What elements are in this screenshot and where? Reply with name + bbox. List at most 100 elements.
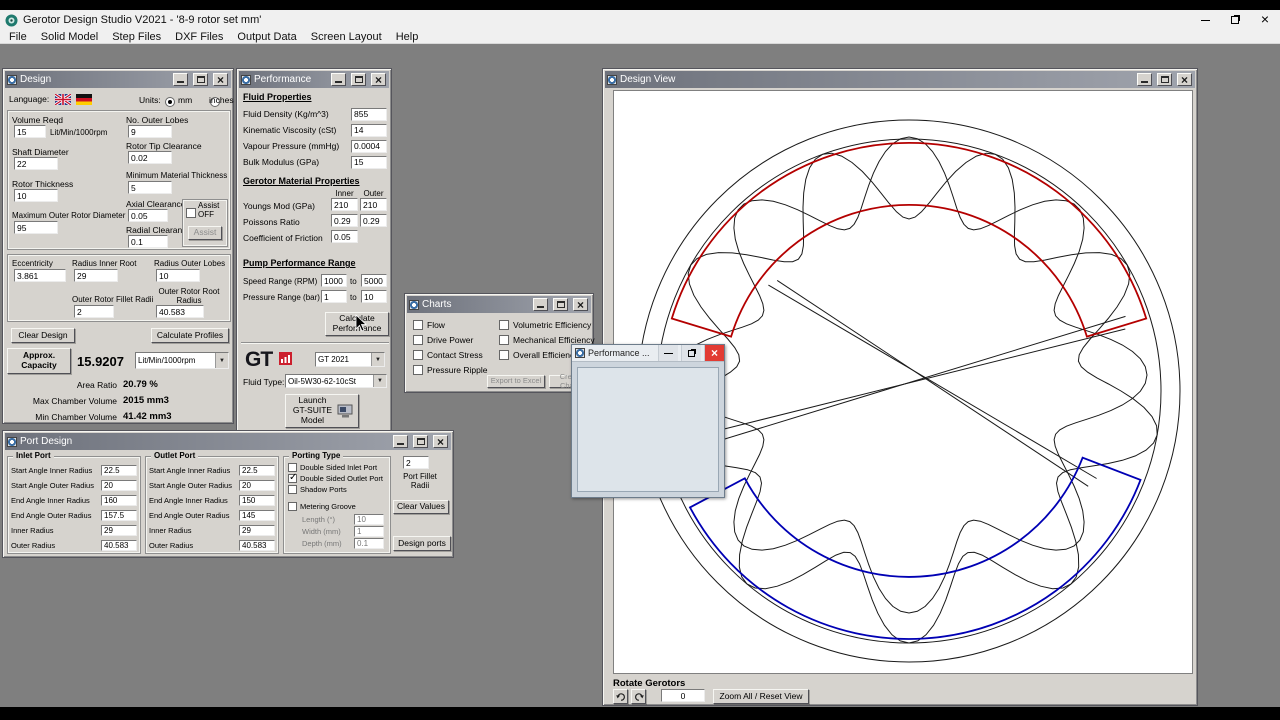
field-input[interactable] bbox=[351, 123, 387, 137]
menu-item[interactable]: DXF Files bbox=[168, 31, 230, 43]
chart-option[interactable]: Contact Stress bbox=[413, 347, 487, 362]
zoom-reset-button[interactable]: Zoom All / Reset View bbox=[713, 689, 809, 704]
checkbox[interactable] bbox=[288, 472, 297, 483]
close-button[interactable] bbox=[573, 298, 588, 311]
checkbox[interactable] bbox=[413, 349, 423, 360]
design-titlebar[interactable]: Design bbox=[5, 71, 231, 88]
porting-option[interactable]: Shadow Ports bbox=[288, 484, 388, 495]
app-restore-button[interactable] bbox=[1220, 10, 1250, 30]
clear-design-button[interactable]: Clear Design bbox=[11, 328, 75, 343]
checkbox[interactable] bbox=[499, 334, 509, 345]
field-input[interactable] bbox=[101, 495, 137, 506]
checkbox[interactable] bbox=[413, 364, 423, 375]
gt-version-dropdown[interactable]: GT 2021 ▼ bbox=[315, 352, 385, 367]
poissons-inner-input[interactable] bbox=[331, 214, 358, 227]
porting-option[interactable]: Double Sided Inlet Port bbox=[288, 462, 388, 473]
calculate-profiles-button[interactable]: Calculate Profiles bbox=[151, 328, 229, 343]
speed-to-input[interactable] bbox=[361, 274, 387, 287]
minimize-button[interactable] bbox=[173, 73, 188, 86]
tip-clearance-input[interactable] bbox=[128, 151, 172, 164]
popup-titlebar[interactable]: Performance ... bbox=[572, 345, 724, 362]
minimize-button[interactable] bbox=[533, 298, 548, 311]
uk-flag-icon[interactable] bbox=[55, 94, 71, 105]
port-design-titlebar[interactable]: Port Design bbox=[5, 433, 451, 450]
german-flag-icon[interactable] bbox=[76, 94, 92, 105]
radius-inner-root-input[interactable] bbox=[74, 269, 118, 282]
clear-values-button[interactable]: Clear Values bbox=[393, 500, 449, 514]
chart-option[interactable]: Volumetric Efficiency bbox=[499, 317, 595, 332]
port-fillet-input[interactable] bbox=[403, 456, 429, 469]
close-button[interactable] bbox=[213, 73, 228, 86]
app-close-button[interactable] bbox=[1250, 10, 1280, 30]
friction-input[interactable] bbox=[331, 230, 358, 243]
volume-reqd-input[interactable] bbox=[14, 125, 46, 138]
app-minimize-button[interactable] bbox=[1190, 10, 1220, 30]
minimize-button[interactable] bbox=[331, 73, 346, 86]
menu-item[interactable]: File bbox=[2, 31, 34, 43]
menu-item[interactable]: Output Data bbox=[230, 31, 303, 43]
restore-button[interactable] bbox=[681, 345, 701, 361]
shaft-diameter-input[interactable] bbox=[14, 157, 58, 170]
outer-fillet-input[interactable] bbox=[74, 305, 114, 318]
maximize-button[interactable] bbox=[413, 435, 428, 448]
field-input[interactable] bbox=[101, 465, 137, 476]
youngs-outer-input[interactable] bbox=[360, 198, 387, 211]
checkbox[interactable] bbox=[413, 334, 423, 345]
design-ports-button[interactable]: Design ports bbox=[393, 536, 451, 551]
axial-clearance-input[interactable] bbox=[128, 209, 168, 222]
assist-button[interactable]: Assist bbox=[188, 226, 222, 240]
close-button[interactable] bbox=[1177, 73, 1192, 86]
eccentricity-input[interactable] bbox=[14, 269, 66, 282]
field-input[interactable] bbox=[239, 480, 275, 491]
field-input[interactable] bbox=[239, 510, 275, 521]
menu-item[interactable]: Step Files bbox=[105, 31, 168, 43]
outer-lobes-input[interactable] bbox=[128, 125, 172, 138]
charts-titlebar[interactable]: Charts bbox=[407, 296, 591, 313]
close-button[interactable] bbox=[371, 73, 386, 86]
pressure-from-input[interactable] bbox=[321, 290, 347, 303]
field-input[interactable] bbox=[101, 525, 137, 536]
min-material-input[interactable] bbox=[128, 181, 172, 194]
rotate-ccw-button[interactable] bbox=[613, 689, 628, 704]
poissons-outer-input[interactable] bbox=[360, 214, 387, 227]
menu-item[interactable]: Screen Layout bbox=[304, 31, 389, 43]
field-input[interactable] bbox=[354, 513, 384, 525]
minimize-button[interactable] bbox=[393, 435, 408, 448]
field-input[interactable] bbox=[354, 537, 384, 549]
field-input[interactable] bbox=[239, 495, 275, 506]
youngs-inner-input[interactable] bbox=[331, 198, 358, 211]
export-excel-button[interactable]: Export to Excel bbox=[487, 375, 545, 388]
chevron-down-icon[interactable]: ▼ bbox=[371, 353, 384, 366]
field-input[interactable] bbox=[101, 510, 137, 521]
design-view-titlebar[interactable]: Design View bbox=[605, 71, 1195, 88]
capacity-unit-dropdown[interactable]: Lit/Min/1000rpm ▼ bbox=[135, 352, 229, 369]
field-input[interactable] bbox=[354, 525, 384, 537]
close-button[interactable] bbox=[704, 345, 724, 361]
field-input[interactable] bbox=[101, 540, 137, 551]
field-input[interactable] bbox=[239, 540, 275, 551]
maximize-button[interactable] bbox=[351, 73, 366, 86]
checkbox[interactable] bbox=[499, 349, 509, 360]
app-titlebar[interactable]: Gerotor Design Studio V2021 - '8-9 rotor… bbox=[0, 10, 1280, 30]
chevron-down-icon[interactable]: ▼ bbox=[215, 353, 228, 368]
rotor-thickness-input[interactable] bbox=[14, 189, 58, 202]
field-input[interactable] bbox=[351, 107, 387, 121]
field-input[interactable] bbox=[101, 480, 137, 491]
checkbox[interactable] bbox=[288, 502, 297, 511]
checkbox[interactable] bbox=[288, 463, 297, 472]
assist-checkbox[interactable] bbox=[186, 208, 196, 218]
chart-option[interactable]: Flow bbox=[413, 317, 487, 332]
field-input[interactable] bbox=[351, 155, 387, 169]
max-outer-dia-input[interactable] bbox=[14, 221, 58, 234]
rotate-angle-input[interactable] bbox=[661, 689, 705, 702]
rotate-cw-button[interactable] bbox=[631, 689, 646, 704]
fluid-type-dropdown[interactable]: Oil-5W30-62-10cSt ▼ bbox=[285, 374, 387, 388]
porting-option[interactable]: Double Sided Outlet Port bbox=[288, 472, 388, 484]
chevron-down-icon[interactable]: ▼ bbox=[373, 375, 386, 387]
outer-root-input[interactable] bbox=[156, 305, 204, 318]
performance-titlebar[interactable]: Performance bbox=[239, 71, 389, 88]
minimize-button[interactable] bbox=[1137, 73, 1152, 86]
chart-option[interactable]: Pressure Ripple bbox=[413, 362, 487, 377]
menu-item[interactable]: Solid Model bbox=[34, 31, 105, 43]
radius-outer-lobes-input[interactable] bbox=[156, 269, 200, 282]
